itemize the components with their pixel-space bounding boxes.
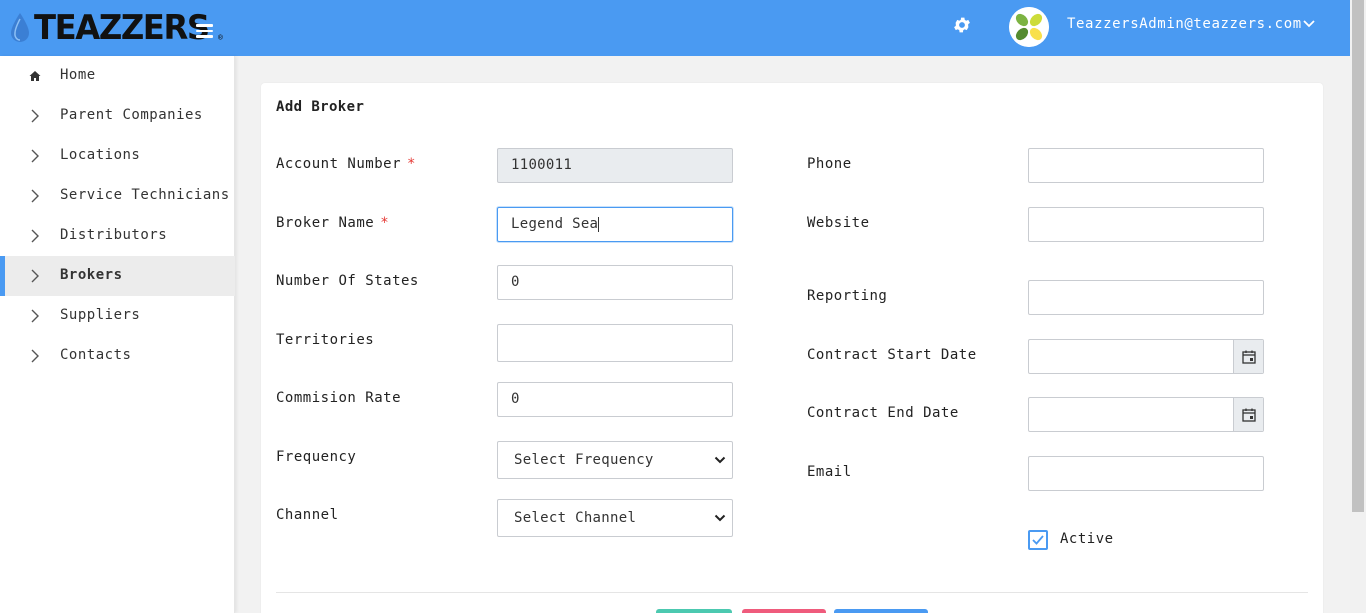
- sidebar-item-suppliers[interactable]: Suppliers: [0, 296, 235, 336]
- channel-selected-value: Select Channel: [514, 510, 637, 526]
- sidebar-item-label: Distributors: [60, 227, 168, 243]
- sidebar-item-home[interactable]: Home: [0, 56, 235, 96]
- reporting-field[interactable]: [1028, 280, 1264, 315]
- frequency-selected-value: Select Frequency: [514, 452, 654, 468]
- cancel-button[interactable]: [742, 609, 826, 613]
- contract-end-date-label: Contract End Date: [807, 405, 959, 421]
- avatar[interactable]: [1009, 7, 1049, 47]
- chevron-right-icon: [31, 109, 39, 123]
- chevron-right-icon: [31, 189, 39, 203]
- chevron-down-icon: [714, 456, 726, 464]
- calendar-icon: [1241, 408, 1256, 422]
- sidebar-item-label: Service Technicians: [60, 187, 230, 203]
- channel-label: Channel: [276, 507, 339, 523]
- chevron-right-icon: [31, 309, 39, 323]
- broker-name-label-text: Broker Name: [276, 215, 375, 231]
- logo-registered-mark: ®: [217, 33, 223, 42]
- calendar-icon: [1241, 350, 1256, 364]
- save-button[interactable]: [656, 609, 732, 613]
- top-header: TEAZZERS ® TeazzersAdmin@teazzers.com: [0, 0, 1350, 56]
- leaves-icon: [1009, 7, 1049, 47]
- number-of-states-label: Number Of States: [276, 273, 419, 289]
- chevron-right-icon: [31, 149, 39, 163]
- website-label: Website: [807, 215, 870, 231]
- sidebar-item-label: Home: [60, 67, 96, 83]
- broker-name-label: Broker Name *: [276, 215, 389, 231]
- sidebar: Home Parent Companies Locations Service …: [0, 56, 235, 613]
- sidebar-item-distributors[interactable]: Distributors: [0, 216, 235, 256]
- email-label: Email: [807, 464, 852, 480]
- vertical-scrollbar[interactable]: [1350, 0, 1366, 613]
- text-cursor: [598, 216, 600, 232]
- contract-start-date-field[interactable]: [1028, 339, 1264, 374]
- chevron-right-icon: [31, 269, 39, 283]
- sidebar-item-label: Brokers: [60, 267, 123, 283]
- contract-end-date-field[interactable]: [1028, 397, 1264, 432]
- calendar-button[interactable]: [1233, 398, 1263, 431]
- territories-field[interactable]: [497, 324, 733, 362]
- commision-rate-label: Commision Rate: [276, 390, 402, 406]
- channel-select[interactable]: Select Channel: [497, 499, 733, 537]
- water-drop-icon: [11, 13, 29, 42]
- phone-field[interactable]: [1028, 148, 1264, 183]
- sidebar-item-brokers[interactable]: Brokers: [0, 256, 235, 296]
- reporting-label: Reporting: [807, 288, 888, 304]
- territories-label: Territories: [276, 332, 375, 348]
- active-label: Active: [1060, 531, 1114, 547]
- sidebar-item-label: Parent Companies: [60, 107, 203, 123]
- scrollbar-thumb[interactable]: [1352, 0, 1364, 512]
- number-of-states-field[interactable]: 0: [497, 265, 733, 300]
- user-email[interactable]: TeazzersAdmin@teazzers.com: [1067, 16, 1302, 32]
- sidebar-item-contacts[interactable]: Contacts: [0, 336, 235, 376]
- sidebar-item-parent-companies[interactable]: Parent Companies: [0, 96, 235, 136]
- frequency-label: Frequency: [276, 449, 357, 465]
- account-number-field[interactable]: 1100011: [497, 148, 733, 183]
- required-mark: *: [407, 156, 416, 172]
- divider: [276, 592, 1308, 593]
- phone-label: Phone: [807, 156, 852, 172]
- sidebar-item-label: Contacts: [60, 347, 132, 363]
- sidebar-item-locations[interactable]: Locations: [0, 136, 235, 176]
- account-number-label: Account Number *: [276, 156, 416, 172]
- menu-icon[interactable]: [196, 24, 213, 38]
- gear-icon[interactable]: [952, 15, 972, 35]
- chevron-down-icon[interactable]: [1302, 19, 1316, 29]
- website-field[interactable]: [1028, 207, 1264, 242]
- add-broker-card: Add Broker Account Number * 1100011 Broke…: [261, 83, 1323, 613]
- contract-start-date-label: Contract Start Date: [807, 347, 977, 363]
- chevron-right-icon: [31, 229, 39, 243]
- active-checkbox[interactable]: [1028, 530, 1048, 550]
- email-field[interactable]: [1028, 456, 1264, 491]
- chevron-right-icon: [31, 349, 39, 363]
- page-title: Add Broker: [276, 99, 365, 115]
- sidebar-item-label: Suppliers: [60, 307, 141, 323]
- required-mark: *: [380, 215, 390, 231]
- teazzers-logo[interactable]: TEAZZERS ®: [8, 8, 223, 48]
- sidebar-item-label: Locations: [60, 147, 141, 163]
- home-icon: [29, 71, 41, 81]
- account-number-label-text: Account Number: [276, 156, 402, 172]
- chevron-down-icon: [714, 514, 726, 522]
- broker-name-value: Legend Sea: [511, 216, 599, 232]
- broker-name-field[interactable]: Legend Sea: [497, 207, 733, 242]
- commision-rate-field[interactable]: 0: [497, 382, 733, 417]
- calendar-button[interactable]: [1233, 340, 1263, 373]
- logo-text: TEAZZERS: [34, 8, 210, 48]
- sidebar-item-service-technicians[interactable]: Service Technicians: [0, 176, 235, 216]
- frequency-select[interactable]: Select Frequency: [497, 441, 733, 479]
- back-button[interactable]: [834, 609, 928, 613]
- checkmark-icon: [1032, 535, 1044, 545]
